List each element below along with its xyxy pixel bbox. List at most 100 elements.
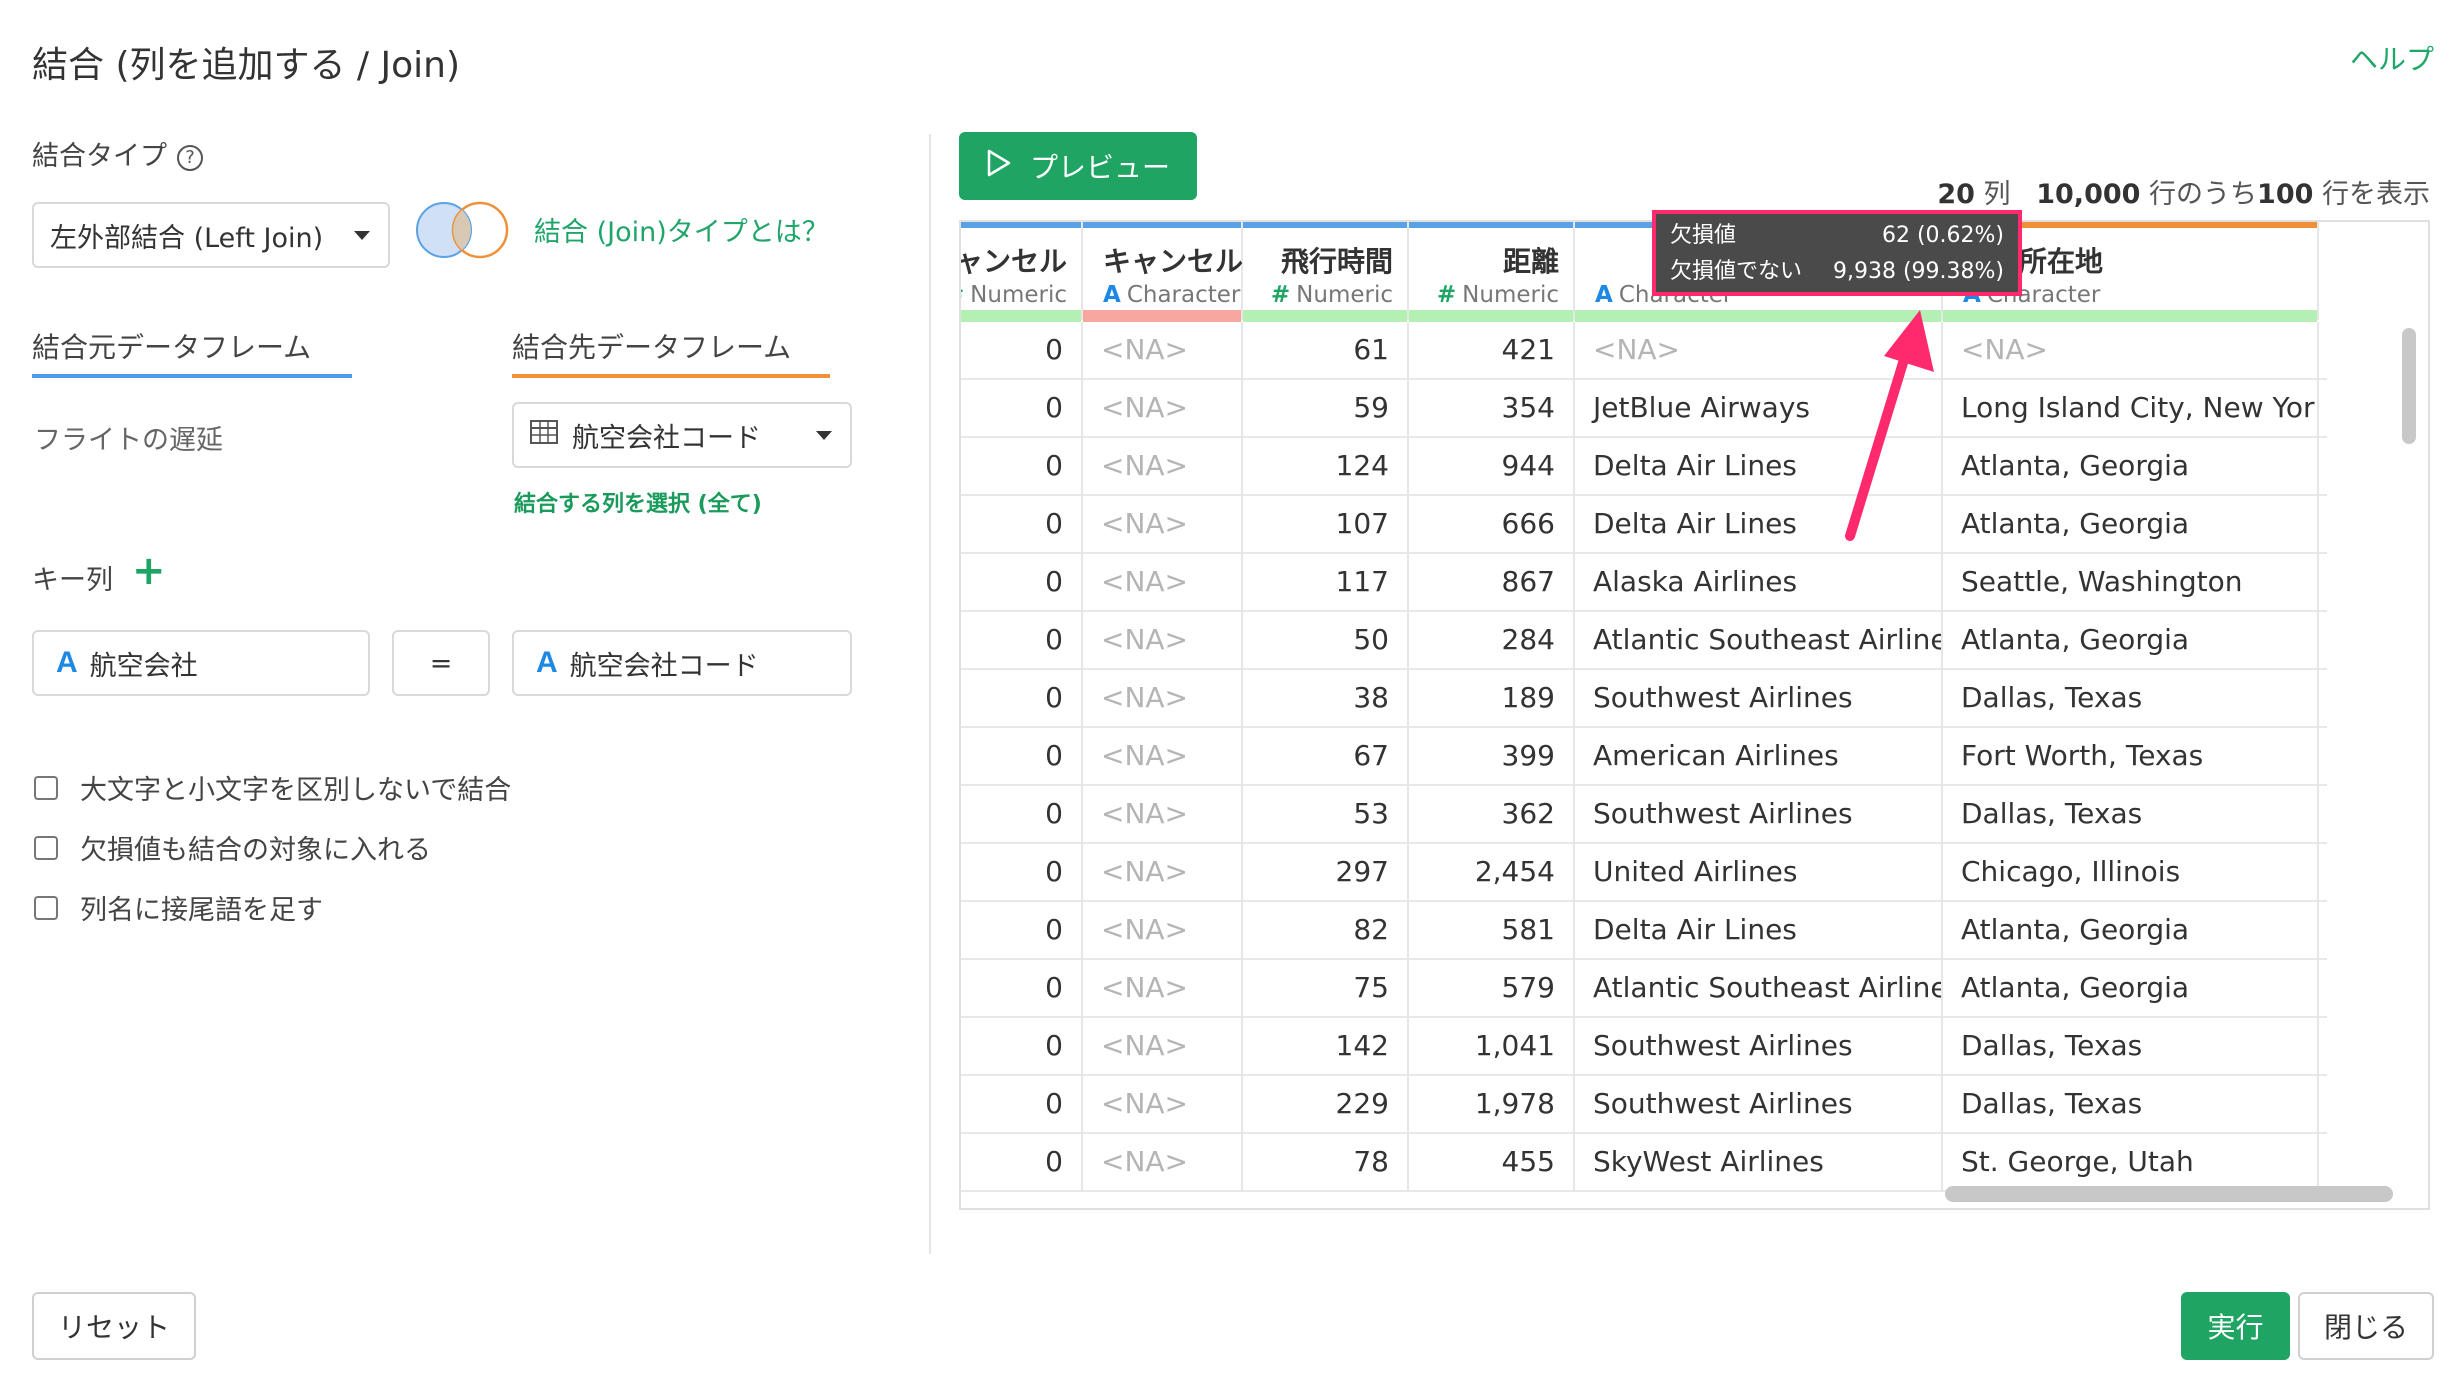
- table-row: 0 <NA> 78 455 SkyWest Airlines St. George, Ut…: [961, 1134, 2327, 1192]
- table-cell: Southwest Airlines: [1575, 1076, 1943, 1134]
- table-cell: Southwest Airlines: [1575, 786, 1943, 844]
- table-row: 0 <NA> 117 867 Alaska Airlines Seattle, Washi…: [961, 554, 2327, 612]
- add-key-icon[interactable]: +: [132, 548, 166, 594]
- table-cell: 0: [961, 786, 1083, 844]
- table-cell: 581: [1409, 902, 1575, 960]
- help-link[interactable]: ヘルプ: [2350, 38, 2434, 78]
- table-cell: 0: [961, 496, 1083, 554]
- column-header[interactable]: 飛行時間 # Numeric: [1243, 222, 1409, 322]
- column-header[interactable]: ャンセル #Numeric: [959, 222, 1083, 322]
- table-cell: Dallas, Texas: [1943, 670, 2319, 728]
- checkbox-include-missing[interactable]: 欠損値も結合の対象に入れる: [34, 828, 431, 867]
- table-cell: Atlanta, Georgia: [1943, 612, 2319, 670]
- table-cell: Seattle, Washington: [1943, 554, 2319, 612]
- table-cell: <NA>: [1083, 960, 1243, 1018]
- table-cell: <NA>: [1083, 612, 1243, 670]
- table-cell: Atlanta, Georgia: [1943, 438, 2319, 496]
- missing-values-bar[interactable]: [1243, 310, 1407, 322]
- close-button[interactable]: 閉じる: [2298, 1292, 2434, 1360]
- column-name: ャンセル: [959, 245, 1067, 278]
- table-cell: 0: [961, 902, 1083, 960]
- key-equals: =: [392, 630, 490, 696]
- checkbox-case-insensitive[interactable]: 大文字と小文字を区別しないで結合: [34, 768, 511, 807]
- table-cell: Atlantic Southeast Airlines: [1575, 960, 1943, 1018]
- table-row: 0 <NA> 38 189 Southwest Airlines Dallas, Texa…: [961, 670, 2327, 728]
- column-type-indicator: [1409, 222, 1573, 228]
- table-cell: Delta Air Lines: [1575, 902, 1943, 960]
- dialog-title: 結合 (列を追加する / Join): [32, 45, 461, 86]
- table-row: 0 <NA> 59 354 JetBlue Airways Long Island Cit…: [961, 380, 2327, 438]
- table-cell: 2,454: [1409, 844, 1575, 902]
- join-type-select[interactable]: 左外部結合 (Left Join): [32, 202, 390, 268]
- help-circle-icon[interactable]: ?: [177, 144, 203, 171]
- table-cell: 61: [1243, 322, 1409, 380]
- chevron-down-icon: [816, 431, 832, 440]
- table-cell: St. George, Utah: [1943, 1134, 2319, 1192]
- table-cell: 1,978: [1409, 1076, 1575, 1134]
- table-cell: <NA>: [1083, 786, 1243, 844]
- column-header[interactable]: キャンセル理由 A Character: [1083, 222, 1299, 322]
- key-right-field[interactable]: A 航空会社コード: [512, 630, 852, 696]
- horizontal-scrollbar[interactable]: [1945, 1186, 2393, 1202]
- checkbox[interactable]: [34, 835, 58, 860]
- table-cell: Atlanta, Georgia: [1943, 496, 2319, 554]
- table-cell: Chicago, Illinois: [1943, 844, 2319, 902]
- tab-source-dataframe[interactable]: 結合元データフレーム: [32, 326, 311, 366]
- tab-target-dataframe[interactable]: 結合先データフレーム: [512, 326, 791, 366]
- table-cell: Dallas, Texas: [1943, 1076, 2319, 1134]
- key-columns-label: キー列: [32, 565, 113, 596]
- table-row: 0 <NA> 297 2,454 United Airlines Chicago, Ill…: [961, 844, 2327, 902]
- row-count-info: 20 列 10,000 行のうち100 行を表示: [1937, 179, 2430, 210]
- checkbox[interactable]: [34, 775, 58, 800]
- target-tab-underline: [512, 374, 830, 378]
- table-row: 0 <NA> 142 1,041 Southwest Airlines Dallas, T…: [961, 1018, 2327, 1076]
- character-type-icon: A: [1103, 282, 1121, 308]
- target-dataframe-select[interactable]: 航空会社コード: [512, 402, 852, 468]
- table-cell: 399: [1409, 728, 1575, 786]
- table-cell: Southwest Airlines: [1575, 1018, 1943, 1076]
- table-cell: <NA>: [1083, 1018, 1243, 1076]
- table-cell: American Airlines: [1575, 728, 1943, 786]
- run-button[interactable]: 実行: [2181, 1292, 2290, 1360]
- table-cell: <NA>: [1083, 1076, 1243, 1134]
- table-cell: 229: [1243, 1076, 1409, 1134]
- table-cell: 0: [961, 554, 1083, 612]
- missing-values-bar[interactable]: [1083, 310, 1241, 322]
- table-row: 0 <NA> 75 579 Atlantic Southeast Airlines Atl…: [961, 960, 2327, 1018]
- table-cell: 124: [1243, 438, 1409, 496]
- chevron-down-icon: [354, 231, 370, 240]
- table-cell: 297: [1243, 844, 1409, 902]
- reset-button[interactable]: リセット: [32, 1292, 196, 1360]
- column-type: #Numeric: [1270, 282, 1393, 308]
- table-cell: 0: [961, 380, 1083, 438]
- table-cell: 38: [1243, 670, 1409, 728]
- table-cell: 50: [1243, 612, 1409, 670]
- table-cell: <NA>: [1083, 728, 1243, 786]
- checkbox[interactable]: [34, 895, 58, 920]
- preview-table[interactable]: ャンセル#Numericキャンセル理由ACharacter飛行時間#Numeri…: [959, 220, 2430, 1210]
- missing-values-bar[interactable]: [1943, 310, 2317, 322]
- select-columns-link[interactable]: 結合する列を選択 (全て): [514, 486, 762, 518]
- annotation-arrow: [1845, 310, 1934, 541]
- checkbox-add-suffix[interactable]: 列名に接尾語を足す: [34, 888, 323, 927]
- table-cell: <NA>: [1083, 902, 1243, 960]
- table-row: 0 <NA> 61 421 <NA> <NA>: [961, 322, 2327, 380]
- preview-button[interactable]: プレビュー: [959, 132, 1197, 200]
- table-cell: 0: [961, 844, 1083, 902]
- key-left-field[interactable]: A 航空会社: [32, 630, 370, 696]
- column-type: #Numeric: [961, 282, 1067, 308]
- vertical-scrollbar[interactable]: [2402, 328, 2416, 444]
- table-cell: 579: [1409, 960, 1575, 1018]
- numeric-type-icon: #: [1436, 282, 1457, 308]
- column-header[interactable]: 距離 # Numeric: [1409, 222, 1575, 322]
- table-row: 0 <NA> 82 581 Delta Air Lines Atlanta, Georgi…: [961, 902, 2327, 960]
- table-cell: 666: [1409, 496, 1575, 554]
- table-cell: 75: [1243, 960, 1409, 1018]
- table-cell: 455: [1409, 1134, 1575, 1192]
- join-type-info-link[interactable]: 結合 (Join)タイプとは？: [534, 210, 829, 249]
- missing-values-bar[interactable]: [1409, 310, 1573, 322]
- missing-values-bar[interactable]: [961, 310, 1081, 322]
- table-cell: 0: [961, 728, 1083, 786]
- table-cell: 0: [961, 960, 1083, 1018]
- table-cell: 117: [1243, 554, 1409, 612]
